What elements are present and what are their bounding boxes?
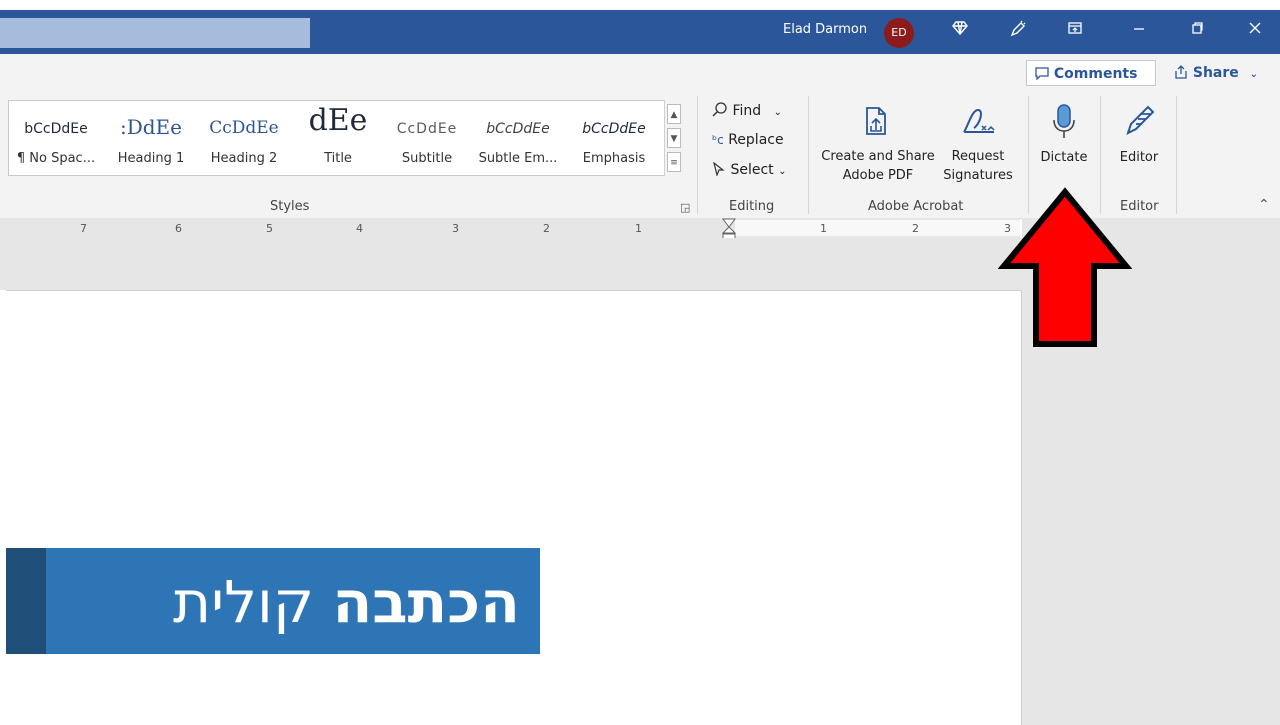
group-label-acrobat: Adobe Acrobat bbox=[868, 199, 964, 214]
ruler-number: 7 bbox=[80, 222, 87, 235]
minimize-icon[interactable] bbox=[1124, 20, 1154, 40]
ruler-number: 4 bbox=[356, 222, 363, 235]
select-label: Select bbox=[730, 162, 774, 178]
banner-accent-strip bbox=[6, 548, 46, 654]
microphone-icon bbox=[1051, 104, 1077, 144]
style-sample: CcDdEe bbox=[396, 121, 458, 137]
collapse-ribbon-icon[interactable]: ⌃ bbox=[1258, 197, 1270, 213]
pen-sparkle-icon[interactable] bbox=[1003, 20, 1033, 42]
signature-icon bbox=[958, 106, 998, 142]
request-line1: Request bbox=[951, 149, 1005, 164]
style-subtitle[interactable]: CcDdEe Subtitle bbox=[387, 101, 467, 175]
style-name: ¶ No Spac... bbox=[16, 151, 96, 166]
style-sample: bCcDdEe bbox=[582, 121, 646, 137]
style-sample: dEe bbox=[308, 103, 368, 138]
style-name: Subtle Em... bbox=[478, 151, 558, 166]
create-share-line2: Adobe PDF bbox=[842, 168, 914, 183]
group-label-styles: Styles bbox=[270, 199, 310, 214]
search-box[interactable] bbox=[0, 18, 310, 48]
replace-label: Replace bbox=[728, 132, 784, 148]
chevron-down-icon: ⌄ bbox=[773, 107, 782, 118]
banner-title: הכתבה קולית bbox=[80, 560, 520, 644]
chevron-down-icon[interactable]: ▼ bbox=[667, 128, 681, 148]
gallery-scrollbar: ▲ ▼ ≡ bbox=[664, 100, 685, 176]
search-icon bbox=[712, 102, 732, 119]
style-no-spacing[interactable]: bCcDdEe ¶ No Spac... bbox=[11, 101, 101, 175]
separator bbox=[808, 96, 809, 214]
comments-button[interactable]: Comments bbox=[1026, 60, 1156, 86]
banner-bold-word: הכתבה bbox=[332, 568, 520, 636]
ribbon-display-icon[interactable] bbox=[1060, 20, 1090, 40]
create-share-line1: Create and Share bbox=[821, 149, 935, 164]
style-emphasis[interactable]: bCcDdEe Emphasis bbox=[569, 101, 659, 175]
style-heading-1[interactable]: :DdEe Heading 1 bbox=[109, 101, 193, 175]
replace-icon: ᵇc bbox=[712, 133, 724, 147]
chevron-up-icon[interactable]: ▲ bbox=[667, 104, 681, 124]
replace-button[interactable]: ᵇc Replace bbox=[712, 132, 784, 148]
separator bbox=[1176, 96, 1177, 214]
request-signatures-button[interactable]: Request Signatures bbox=[938, 100, 1018, 190]
close-icon[interactable] bbox=[1240, 20, 1270, 40]
comment-icon bbox=[1035, 66, 1054, 82]
ruler-number: 1 bbox=[635, 222, 642, 235]
dictate-label: Dictate bbox=[1040, 150, 1088, 165]
ruler-number: 5 bbox=[266, 222, 273, 235]
ruler-number: 3 bbox=[452, 222, 459, 235]
share-label: Share bbox=[1192, 65, 1239, 81]
cursor-arrow-icon bbox=[712, 161, 730, 178]
select-button[interactable]: Select ⌄ bbox=[712, 161, 787, 178]
user-name[interactable]: Elad Darmon bbox=[783, 22, 867, 37]
dictate-button[interactable]: Dictate bbox=[1034, 100, 1094, 170]
document-page[interactable] bbox=[6, 290, 1022, 725]
find-label: Find bbox=[732, 103, 762, 119]
ruler-text-area bbox=[735, 220, 1020, 236]
editor-pen-icon bbox=[1124, 104, 1156, 140]
chevron-down-icon: ⌄ bbox=[778, 166, 787, 177]
style-heading-2[interactable]: CcDdEe Heading 2 bbox=[199, 101, 289, 175]
comments-label: Comments bbox=[1053, 66, 1138, 82]
style-sample: bCcDdEe bbox=[486, 121, 550, 137]
styles-gallery: bCcDdEe ¶ No Spac... :DdEe Heading 1 CcD… bbox=[8, 100, 684, 176]
ruler-number: 2 bbox=[543, 222, 550, 235]
avatar[interactable]: ED bbox=[884, 18, 914, 48]
style-name: Emphasis bbox=[582, 151, 646, 166]
restore-icon[interactable] bbox=[1182, 20, 1212, 40]
style-name: Heading 1 bbox=[117, 151, 185, 166]
dialog-launcher-icon[interactable]: ◲ bbox=[680, 201, 690, 214]
style-sample: :DdEe bbox=[119, 115, 182, 139]
gallery-more-icon[interactable]: ≡ bbox=[667, 152, 681, 172]
style-name: Subtitle bbox=[401, 151, 453, 166]
share-icon bbox=[1174, 65, 1193, 81]
chevron-down-icon: ⌄ bbox=[1249, 69, 1259, 80]
style-subtle-emphasis[interactable]: bCcDdEe Subtle Em... bbox=[475, 101, 561, 175]
group-label-editing: Editing bbox=[729, 199, 775, 214]
style-sample: bCcDdEe bbox=[24, 121, 88, 137]
request-line2: Signatures bbox=[943, 168, 1013, 183]
find-button[interactable]: Find ⌄ bbox=[712, 102, 782, 119]
create-share-pdf-button[interactable]: Create and Share Adobe PDF bbox=[816, 100, 940, 190]
style-name: Title bbox=[324, 151, 352, 166]
style-title[interactable]: dEe Title bbox=[295, 101, 381, 175]
ruler-number: 1 bbox=[820, 222, 827, 235]
editor-label: Editor bbox=[1119, 150, 1159, 165]
separator bbox=[697, 96, 698, 214]
red-arrow-annotation bbox=[997, 186, 1133, 354]
share-button[interactable]: Share ⌄ bbox=[1166, 60, 1272, 86]
pdf-share-icon bbox=[863, 106, 889, 140]
diamond-icon[interactable] bbox=[945, 20, 975, 40]
banner-regular-word: קולית bbox=[173, 568, 315, 636]
ruler-number: 6 bbox=[175, 222, 182, 235]
style-name: Heading 2 bbox=[210, 151, 278, 166]
style-sample: CcDdEe bbox=[209, 118, 279, 138]
editor-button[interactable]: Editor bbox=[1106, 100, 1172, 170]
ruler-number: 2 bbox=[912, 222, 919, 235]
